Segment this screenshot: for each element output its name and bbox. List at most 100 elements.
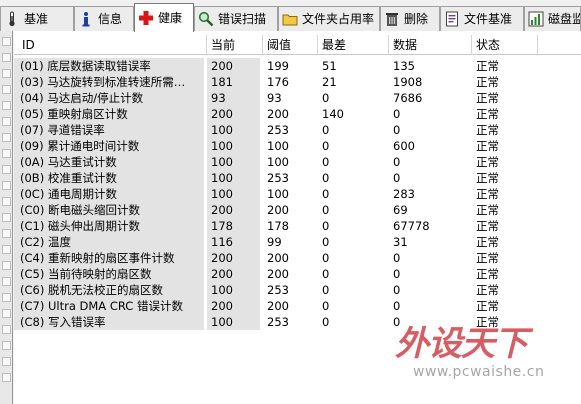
tab-health[interactable]: 健康: [134, 3, 194, 32]
worst-cell: 0: [318, 122, 386, 138]
data-cell: 67778: [389, 218, 469, 234]
data-cell: 600: [389, 138, 469, 154]
column-header-worst[interactable]: 最差: [318, 35, 389, 55]
table-row[interactable]: (09) 累计通电时间计数 100 100 0 600 正常: [14, 138, 581, 154]
worst-cell: 0: [318, 218, 386, 234]
threshold-cell: 200: [263, 106, 315, 122]
folder-icon: [282, 11, 298, 27]
tab-label: 基准: [24, 12, 49, 26]
attribute-id-cell: (C4) 重新映射的扇区事件计数: [14, 250, 204, 266]
attribute-id-cell: (09) 累计通电时间计数: [14, 138, 204, 154]
current-cell: 116: [207, 234, 260, 250]
gutter-marker: [2, 229, 11, 238]
gutter-marker: [2, 373, 11, 382]
worst-cell: 0: [318, 266, 386, 282]
current-cell: 181: [207, 74, 260, 90]
current-cell: 93: [207, 90, 260, 106]
gutter-marker: [2, 53, 11, 62]
red-cross-icon: [138, 10, 154, 26]
data-cell: 0: [389, 154, 469, 170]
status-cell: 正常: [472, 154, 538, 170]
data-cell: 69: [389, 202, 469, 218]
trash-icon: [384, 11, 400, 27]
table-row[interactable]: (03) 马达旋转到标准转速所需… 181 176 21 1908 正常: [14, 74, 581, 90]
worst-cell: 0: [318, 282, 386, 298]
current-cell: 200: [207, 58, 260, 74]
gutter-marker: [2, 277, 11, 286]
data-cell: 283: [389, 186, 469, 202]
worst-cell: 0: [318, 186, 386, 202]
status-cell: 正常: [472, 58, 538, 74]
status-cell: 正常: [472, 282, 538, 298]
table-row[interactable]: (C0) 断电磁头缩回计数 200 200 0 69 正常: [14, 202, 581, 218]
gutter-marker: [2, 85, 11, 94]
worst-cell: 140: [318, 106, 386, 122]
table-row[interactable]: (C4) 重新映射的扇区事件计数 200 200 0 0 正常: [14, 250, 581, 266]
current-cell: 100: [207, 170, 260, 186]
tab-file-benchmark[interactable]: 文件基准: [440, 6, 524, 31]
data-cell: 7686: [389, 90, 469, 106]
table-row[interactable]: (C2) 温度 116 99 0 31 正常: [14, 234, 581, 250]
status-cell: 正常: [472, 250, 538, 266]
magnifier-icon: [198, 11, 214, 27]
data-cell: 0: [389, 122, 469, 138]
threshold-cell: 99: [263, 234, 315, 250]
gutter-marker: [2, 101, 11, 110]
tab-label: 错误扫描: [218, 12, 267, 26]
attribute-id-cell: (C5) 当前待映射的扇区数: [14, 266, 204, 282]
table-row[interactable]: (C1) 磁头伸出周期计数 178 178 0 67778 正常: [14, 218, 581, 234]
tab-label: 文件基准: [464, 12, 513, 26]
data-cell: 0: [389, 314, 469, 330]
data-cell: 0: [389, 266, 469, 282]
column-header-data[interactable]: 数据: [389, 35, 472, 55]
tab-label: 文件夹占用率: [302, 12, 375, 26]
tab-label: 磁盘监: [548, 12, 581, 26]
current-cell: 100: [207, 154, 260, 170]
table-row[interactable]: (0A) 马达重试计数 100 100 0 0 正常: [14, 154, 581, 170]
worst-cell: 21: [318, 74, 386, 90]
attribute-id-cell: (C7) Ultra DMA CRC 错误计数: [14, 298, 204, 314]
column-header-threshold[interactable]: 阈值: [263, 35, 318, 55]
threshold-cell: 253: [263, 122, 315, 138]
gutter-marker: [2, 37, 11, 46]
gutter-marker: [2, 213, 11, 222]
table-row[interactable]: (07) 寻道错误率 100 253 0 0 正常: [14, 122, 581, 138]
table-row[interactable]: (C6) 脱机无法校正的扇区数 100 253 0 0 正常: [14, 282, 581, 298]
table-row[interactable]: (04) 马达启动/停止计数 93 93 0 7686 正常: [14, 90, 581, 106]
attribute-id-cell: (C0) 断电磁头缩回计数: [14, 202, 204, 218]
tab-erase[interactable]: 删除: [380, 6, 440, 31]
table-row[interactable]: (0C) 通电周期计数 100 100 0 283 正常: [14, 186, 581, 202]
status-cell: 正常: [472, 218, 538, 234]
status-cell: 正常: [472, 266, 538, 282]
tab-benchmark[interactable]: 基准: [0, 6, 74, 31]
table-row[interactable]: (0B) 校准重试计数 100 253 0 0 正常: [14, 170, 581, 186]
worst-cell: 0: [318, 298, 386, 314]
gutter-marker: [2, 133, 11, 142]
smart-table: ID 当前 阈值 最差 数据 状态 (01) 底层数据读取错误率 200 199 51…: [14, 31, 581, 404]
gutter-marker: [2, 261, 11, 270]
threshold-cell: 253: [263, 282, 315, 298]
table-row[interactable]: (05) 重映射扇区计数 200 200 140 0 正常: [14, 106, 581, 122]
status-cell: 正常: [472, 186, 538, 202]
attribute-id-cell: (05) 重映射扇区计数: [14, 106, 204, 122]
table-row[interactable]: (01) 底层数据读取错误率 200 199 51 135 正常: [14, 58, 581, 74]
info-icon: [78, 11, 94, 27]
tab-error-scan[interactable]: 错误扫描: [194, 6, 278, 31]
table-row[interactable]: (C7) Ultra DMA CRC 错误计数 200 200 0 0 正常: [14, 298, 581, 314]
threshold-cell: 200: [263, 266, 315, 282]
column-header-current[interactable]: 当前: [207, 35, 263, 55]
gutter-marker: [2, 309, 11, 318]
tab-disk-monitor[interactable]: 磁盘监: [524, 6, 581, 31]
table-row[interactable]: (C8) 写入错误率 100 253 0 0 正常: [14, 314, 581, 330]
tab-info[interactable]: 信息: [74, 6, 134, 31]
column-header-id[interactable]: ID: [14, 35, 207, 55]
attribute-id-cell: (04) 马达启动/停止计数: [14, 90, 204, 106]
current-cell: 200: [207, 298, 260, 314]
worst-cell: 51: [318, 58, 386, 74]
table-row[interactable]: (C5) 当前待映射的扇区数 200 200 0 0 正常: [14, 266, 581, 282]
tab-label: 信息: [98, 12, 123, 26]
column-header-status[interactable]: 状态: [472, 35, 538, 55]
tab-folder-usage[interactable]: 文件夹占用率: [278, 6, 380, 31]
attribute-id-cell: (C1) 磁头伸出周期计数: [14, 218, 204, 234]
gutter-marker: [2, 245, 11, 254]
